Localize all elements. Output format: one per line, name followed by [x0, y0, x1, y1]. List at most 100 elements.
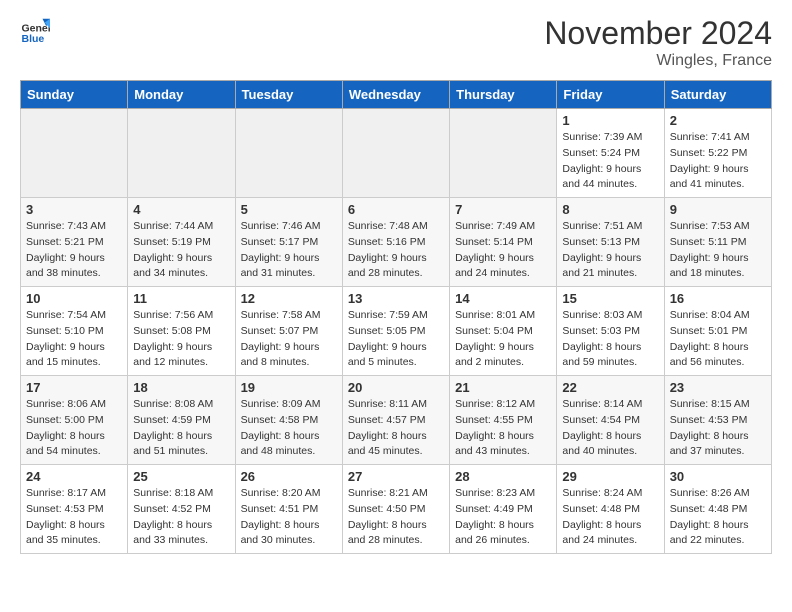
logo-icon: General Blue	[20, 15, 50, 45]
calendar-cell	[342, 109, 449, 198]
day-info: Sunrise: 8:17 AMSunset: 4:53 PMDaylight:…	[26, 486, 122, 549]
day-number: 7	[455, 202, 551, 217]
day-info: Sunrise: 7:51 AMSunset: 5:13 PMDaylight:…	[562, 219, 658, 282]
day-number: 6	[348, 202, 444, 217]
day-info: Sunrise: 8:12 AMSunset: 4:55 PMDaylight:…	[455, 397, 551, 460]
calendar-cell: 28Sunrise: 8:23 AMSunset: 4:49 PMDayligh…	[450, 465, 557, 554]
column-header-thursday: Thursday	[450, 81, 557, 109]
calendar-cell: 1 Sunrise: 7:39 AMSunset: 5:24 PMDaylight…	[557, 109, 664, 198]
day-info: Sunrise: 8:03 AMSunset: 5:03 PMDaylight:…	[562, 308, 658, 371]
day-number: 12	[241, 291, 337, 306]
day-number: 5	[241, 202, 337, 217]
calendar-cell: 30 Sunrise: 8:26 AMSunset: 4:48 PMDayligh…	[664, 465, 771, 554]
day-number: 24	[26, 469, 122, 484]
day-info: Sunrise: 7:43 AMSunset: 5:21 PMDaylight:…	[26, 219, 122, 282]
day-number: 11	[133, 291, 229, 306]
column-header-friday: Friday	[557, 81, 664, 109]
location: Wingles, France	[544, 52, 772, 70]
day-info: Sunrise: 7:49 AMSunset: 5:14 PMDaylight:…	[455, 219, 551, 282]
calendar-cell: 16Sunrise: 8:04 AMSunset: 5:01 PMDayligh…	[664, 287, 771, 376]
day-info: Sunrise: 7:39 AMSunset: 5:24 PMDaylight:…	[562, 130, 658, 193]
day-info: Sunrise: 7:48 AMSunset: 5:16 PMDaylight:…	[348, 219, 444, 282]
day-info: Sunrise: 8:06 AMSunset: 5:00 PMDaylight:…	[26, 397, 122, 460]
day-number: 3	[26, 202, 122, 217]
day-info: Sunrise: 7:53 AMSunset: 5:11 PMDaylight:…	[670, 219, 766, 282]
svg-text:Blue: Blue	[22, 33, 45, 45]
calendar-cell: 2 Sunrise: 7:41 AMSunset: 5:22 PMDaylight…	[664, 109, 771, 198]
calendar-cell: 26 Sunrise: 8:20 AMSunset: 4:51 PMDayligh…	[235, 465, 342, 554]
month-title: November 2024	[544, 15, 772, 52]
calendar-cell: 6 Sunrise: 7:48 AMSunset: 5:16 PMDaylight…	[342, 198, 449, 287]
day-number: 26	[241, 469, 337, 484]
calendar-cell: 25Sunrise: 8:18 AMSunset: 4:52 PMDayligh…	[128, 465, 235, 554]
day-number: 1	[562, 113, 658, 128]
day-number: 8	[562, 202, 658, 217]
calendar-cell	[21, 109, 128, 198]
calendar-table: SundayMondayTuesdayWednesdayThursdayFrid…	[20, 80, 772, 554]
day-info: Sunrise: 8:21 AMSunset: 4:50 PMDaylight:…	[348, 486, 444, 549]
day-number: 22	[562, 380, 658, 395]
calendar-cell: 15 Sunrise: 8:03 AMSunset: 5:03 PMDayligh…	[557, 287, 664, 376]
calendar-cell: 8 Sunrise: 7:51 AMSunset: 5:13 PMDaylight…	[557, 198, 664, 287]
logo: General Blue	[20, 15, 54, 45]
day-info: Sunrise: 8:20 AMSunset: 4:51 PMDaylight:…	[241, 486, 337, 549]
page: General Blue November 2024 Wingles, Fran…	[0, 0, 792, 569]
day-number: 2	[670, 113, 766, 128]
header: General Blue November 2024 Wingles, Fran…	[20, 15, 772, 70]
title-block: November 2024 Wingles, France	[544, 15, 772, 70]
day-number: 19	[241, 380, 337, 395]
calendar-cell: 4 Sunrise: 7:44 AMSunset: 5:19 PMDaylight…	[128, 198, 235, 287]
day-number: 9	[670, 202, 766, 217]
calendar-cell: 27Sunrise: 8:21 AMSunset: 4:50 PMDayligh…	[342, 465, 449, 554]
week-row-5: 24 Sunrise: 8:17 AMSunset: 4:53 PMDayligh…	[21, 465, 772, 554]
week-row-3: 10Sunrise: 7:54 AMSunset: 5:10 PMDayligh…	[21, 287, 772, 376]
calendar-cell	[128, 109, 235, 198]
calendar-cell: 3 Sunrise: 7:43 AMSunset: 5:21 PMDaylight…	[21, 198, 128, 287]
day-info: Sunrise: 7:56 AMSunset: 5:08 PMDaylight:…	[133, 308, 229, 371]
calendar-cell: 9 Sunrise: 7:53 AMSunset: 5:11 PMDaylight…	[664, 198, 771, 287]
column-header-saturday: Saturday	[664, 81, 771, 109]
day-number: 25	[133, 469, 229, 484]
day-number: 14	[455, 291, 551, 306]
calendar-cell	[450, 109, 557, 198]
day-number: 18	[133, 380, 229, 395]
day-info: Sunrise: 8:23 AMSunset: 4:49 PMDaylight:…	[455, 486, 551, 549]
calendar-cell: 22Sunrise: 8:14 AMSunset: 4:54 PMDayligh…	[557, 376, 664, 465]
day-number: 15	[562, 291, 658, 306]
day-info: Sunrise: 7:44 AMSunset: 5:19 PMDaylight:…	[133, 219, 229, 282]
day-number: 23	[670, 380, 766, 395]
day-number: 20	[348, 380, 444, 395]
calendar-cell: 23 Sunrise: 8:15 AMSunset: 4:53 PMDayligh…	[664, 376, 771, 465]
column-header-tuesday: Tuesday	[235, 81, 342, 109]
calendar-cell: 10Sunrise: 7:54 AMSunset: 5:10 PMDayligh…	[21, 287, 128, 376]
calendar-cell: 12 Sunrise: 7:58 AMSunset: 5:07 PMDayligh…	[235, 287, 342, 376]
day-number: 13	[348, 291, 444, 306]
day-info: Sunrise: 8:11 AMSunset: 4:57 PMDaylight:…	[348, 397, 444, 460]
day-number: 21	[455, 380, 551, 395]
header-row: SundayMondayTuesdayWednesdayThursdayFrid…	[21, 81, 772, 109]
day-info: Sunrise: 7:59 AMSunset: 5:05 PMDaylight:…	[348, 308, 444, 371]
column-header-monday: Monday	[128, 81, 235, 109]
day-info: Sunrise: 8:15 AMSunset: 4:53 PMDaylight:…	[670, 397, 766, 460]
day-info: Sunrise: 8:09 AMSunset: 4:58 PMDaylight:…	[241, 397, 337, 460]
day-info: Sunrise: 7:46 AMSunset: 5:17 PMDaylight:…	[241, 219, 337, 282]
calendar-cell: 14 Sunrise: 8:01 AMSunset: 5:04 PMDayligh…	[450, 287, 557, 376]
calendar-cell: 5 Sunrise: 7:46 AMSunset: 5:17 PMDaylight…	[235, 198, 342, 287]
day-info: Sunrise: 7:58 AMSunset: 5:07 PMDaylight:…	[241, 308, 337, 371]
calendar-cell: 19 Sunrise: 8:09 AMSunset: 4:58 PMDayligh…	[235, 376, 342, 465]
day-number: 4	[133, 202, 229, 217]
calendar-cell: 20 Sunrise: 8:11 AMSunset: 4:57 PMDayligh…	[342, 376, 449, 465]
calendar-cell	[235, 109, 342, 198]
week-row-4: 17 Sunrise: 8:06 AMSunset: 5:00 PMDayligh…	[21, 376, 772, 465]
day-info: Sunrise: 8:26 AMSunset: 4:48 PMDaylight:…	[670, 486, 766, 549]
day-info: Sunrise: 7:41 AMSunset: 5:22 PMDaylight:…	[670, 130, 766, 193]
day-info: Sunrise: 8:08 AMSunset: 4:59 PMDaylight:…	[133, 397, 229, 460]
day-number: 30	[670, 469, 766, 484]
day-info: Sunrise: 8:01 AMSunset: 5:04 PMDaylight:…	[455, 308, 551, 371]
calendar-cell: 13 Sunrise: 7:59 AMSunset: 5:05 PMDayligh…	[342, 287, 449, 376]
day-number: 10	[26, 291, 122, 306]
calendar-cell: 24 Sunrise: 8:17 AMSunset: 4:53 PMDayligh…	[21, 465, 128, 554]
day-number: 16	[670, 291, 766, 306]
calendar-cell: 21 Sunrise: 8:12 AMSunset: 4:55 PMDayligh…	[450, 376, 557, 465]
day-number: 17	[26, 380, 122, 395]
